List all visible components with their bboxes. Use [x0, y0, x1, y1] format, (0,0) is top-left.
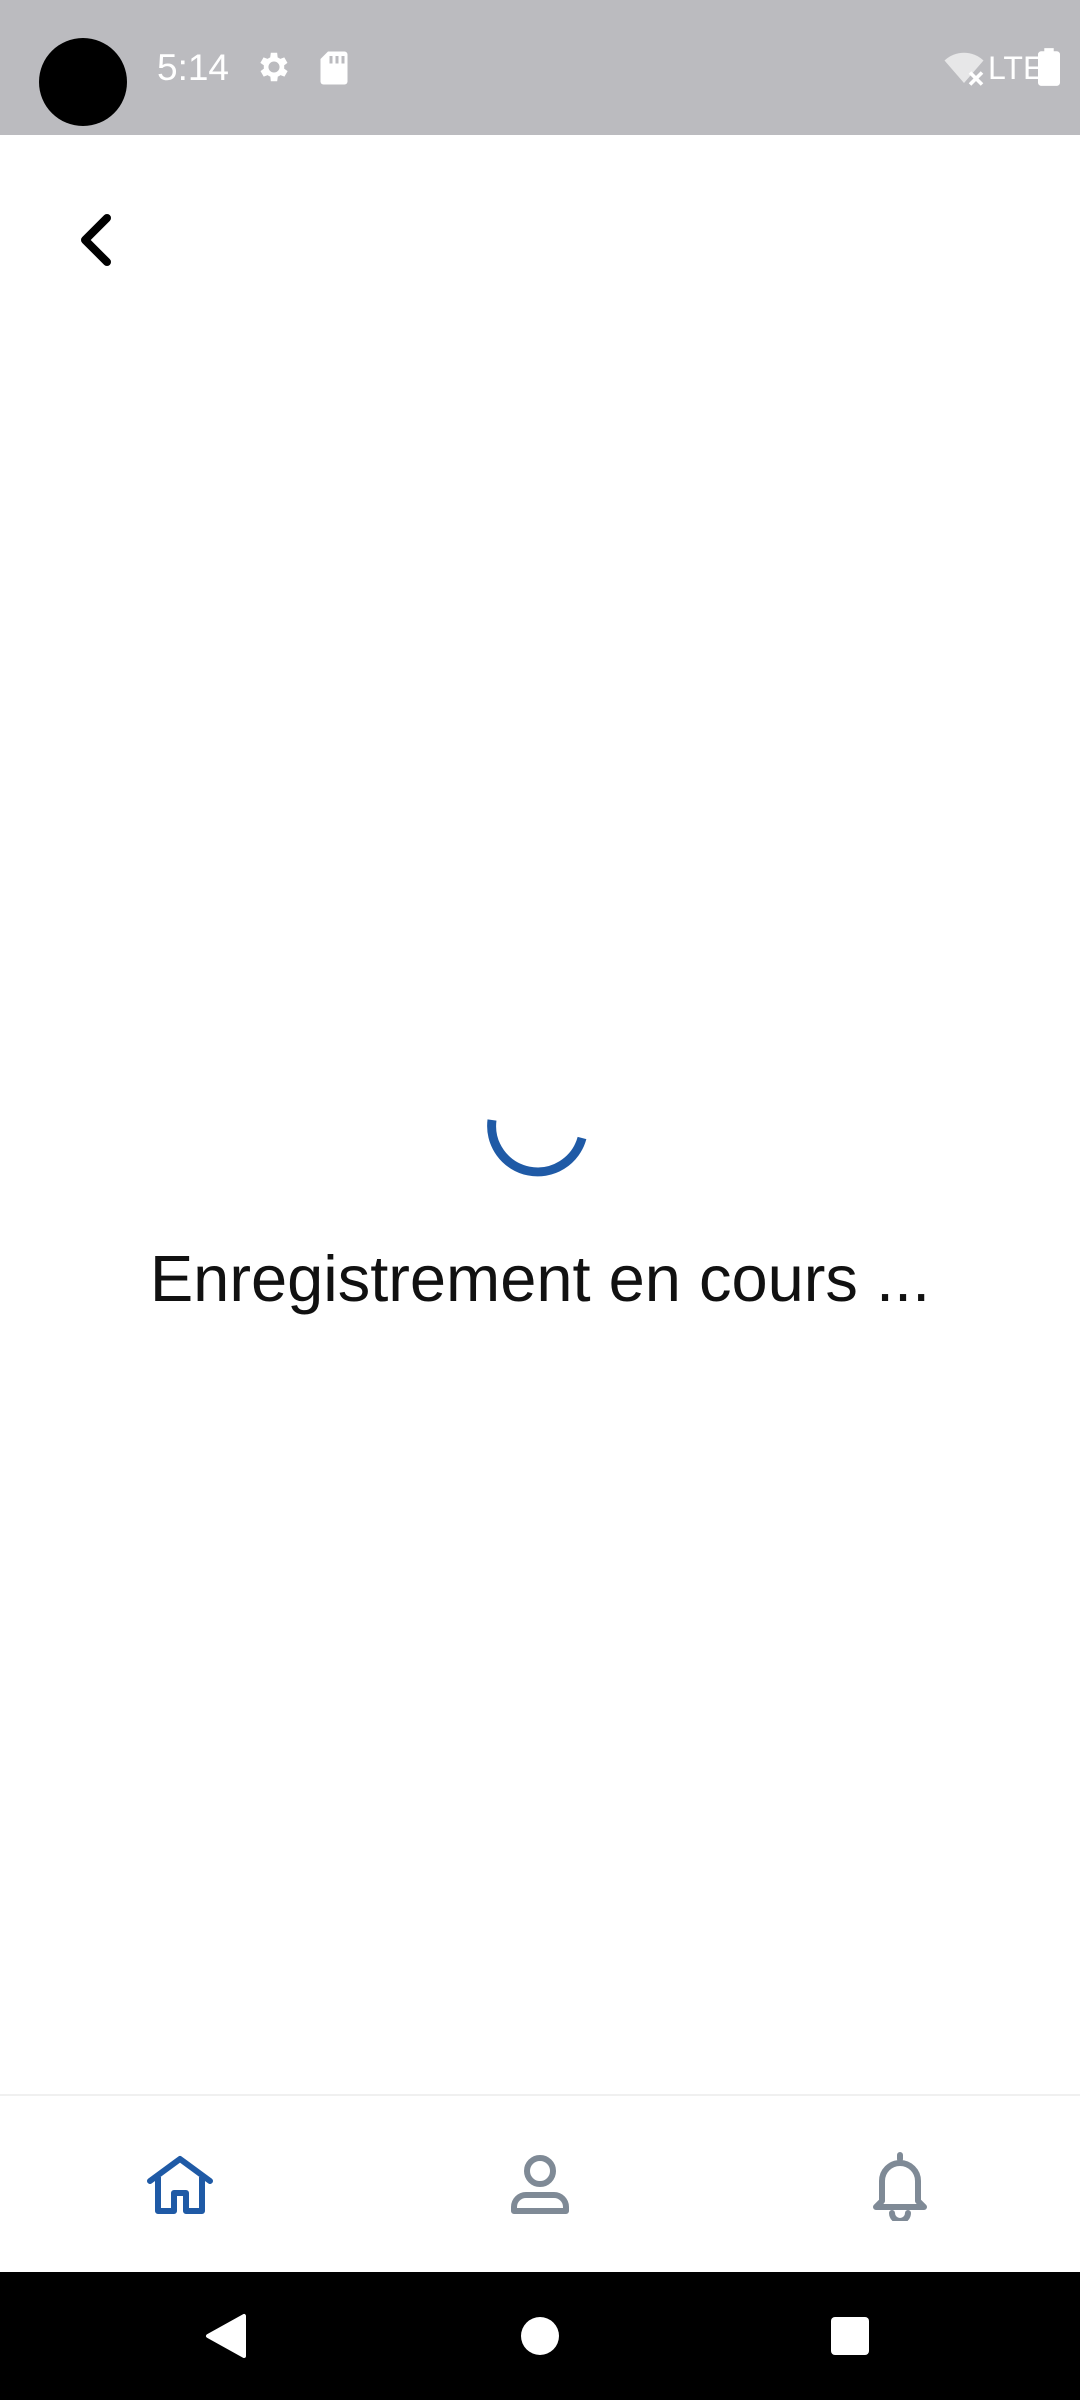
system-back-button[interactable] — [186, 2296, 266, 2376]
bell-icon — [873, 2152, 927, 2221]
status-time: 5:14 — [157, 47, 230, 88]
gear-icon — [260, 52, 288, 82]
system-recents-button[interactable] — [810, 2296, 890, 2376]
sd-card-icon — [320, 51, 348, 85]
network-type: LTE — [988, 50, 1045, 86]
wifi-off-icon — [944, 52, 984, 86]
back-triangle-icon — [206, 2314, 246, 2358]
home-icon — [147, 2156, 213, 2214]
home-circle-icon — [521, 2317, 559, 2355]
recents-square-icon — [831, 2317, 869, 2355]
system-navigation-bar — [0, 2272, 1080, 2400]
system-home-button[interactable] — [500, 2296, 580, 2376]
loading-message: Enregistrement en cours ... — [149, 1242, 931, 1315]
screen: 5:14 LTE Enregistrement en cours ... — [0, 0, 1080, 2400]
status-bar: 5:14 LTE — [0, 0, 1080, 135]
back-button[interactable] — [55, 200, 135, 280]
profile-icon — [511, 2155, 569, 2214]
nav-notifications[interactable] — [800, 2096, 1000, 2274]
nav-home[interactable] — [80, 2096, 280, 2274]
nav-profile[interactable] — [440, 2096, 640, 2274]
chevron-left-icon — [81, 214, 111, 266]
bottom-navigation — [0, 2094, 1080, 2274]
loading-spinner-icon — [487, 1119, 587, 1177]
camera-cutout — [39, 38, 127, 126]
battery-icon — [1038, 48, 1060, 86]
